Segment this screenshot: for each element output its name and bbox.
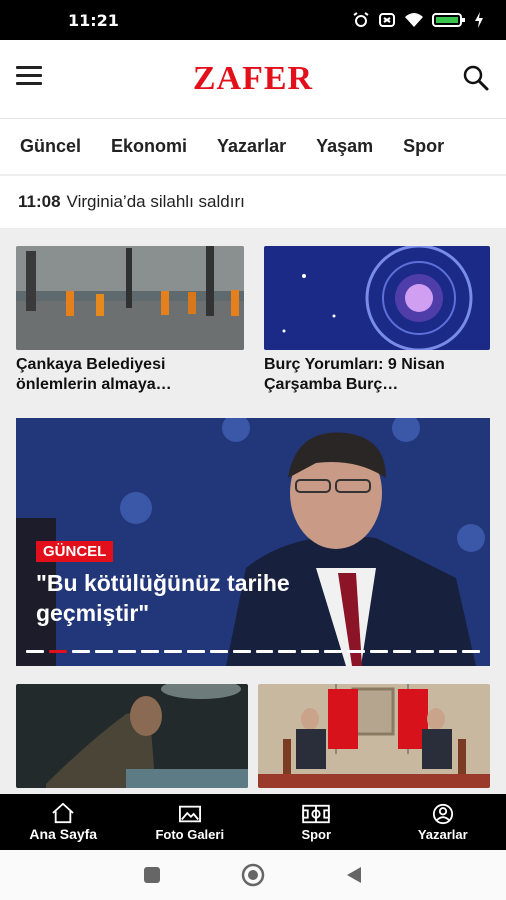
category-tabs: Güncel Ekonomi Yazarlar Yaşam Spor [0,118,506,174]
slider-dot[interactable] [163,650,182,653]
slider-dot[interactable] [94,650,113,653]
ticker-time: 11:08 [18,192,61,211]
slider-dot[interactable] [416,650,435,653]
news-image [16,246,244,350]
slider-dot[interactable] [71,650,90,653]
nav-foto-galeri[interactable]: Foto Galeri [127,794,254,850]
slider-dot[interactable] [209,650,228,653]
headline-slider[interactable]: GÜNCEL "Bu kötülüğünüz tarihe geçmiştir" [16,418,490,666]
charging-icon [475,12,483,28]
slider-indicator [26,650,481,653]
category-badge: GÜNCEL [36,541,114,562]
ticker-text: Virginia’da silahlı saldırı [66,192,245,211]
slider-dot[interactable] [393,650,412,653]
news-title: Burç Yorumları: 9 Nisan Çarşamba Burç… [264,356,445,393]
slider-dot[interactable] [117,650,136,653]
search-icon[interactable] [462,64,490,92]
battery-icon [432,13,465,27]
news-card[interactable]: Çankaya Belediyesi önlemlerin almaya… [16,246,244,395]
app-header: ZAFER [0,40,506,118]
recents-icon[interactable] [143,866,161,884]
news-title: Çankaya Belediyesi önlemlerin almaya… [16,356,172,393]
news-image [264,246,490,350]
tab-spor[interactable]: Spor [403,136,444,157]
tab-yazarlar[interactable]: Yazarlar [217,136,286,157]
system-nav-bar [0,850,506,900]
nav-spor[interactable]: Spor [253,794,380,850]
slider-dot[interactable] [140,650,159,653]
nav-label: Spor [301,826,332,842]
news-card[interactable] [258,684,490,788]
slider-dot[interactable] [48,650,67,653]
nav-label: Foto Galeri [155,826,225,842]
alarm-icon [353,12,369,27]
bottom-navigation: Ana Sayfa Foto Galeri Spor Yazarlar [0,794,506,850]
sim-icon [379,13,395,27]
slider-dot[interactable] [278,650,297,653]
news-image [258,684,490,788]
home-icon [52,802,74,824]
news-card[interactable]: Burç Yorumları: 9 Nisan Çarşamba Burç… [264,246,490,395]
nav-yazarlar[interactable]: Yazarlar [380,794,506,850]
slider-dot[interactable] [439,650,458,653]
news-card[interactable] [16,684,248,788]
headline-title: "Bu kötülüğünüz tarihe geçmiştir" [36,570,290,626]
slider-dot[interactable] [232,650,251,653]
author-icon [432,803,453,824]
photo-gallery-icon [178,805,201,822]
nav-label: Ana Sayfa [29,826,98,842]
status-time: 11:21 [68,11,119,30]
slider-dot[interactable] [255,650,274,653]
slider-dot[interactable] [462,650,481,653]
wifi-icon [405,13,423,27]
logo[interactable]: ZAFER [0,60,506,98]
slider-dot[interactable] [324,650,343,653]
tab-ekonomi[interactable]: Ekonomi [111,136,187,157]
nav-label: Yazarlar [417,826,468,842]
slider-dot[interactable] [347,650,366,653]
slider-dot[interactable] [301,650,320,653]
slider-dot[interactable] [26,650,44,653]
news-ticker[interactable]: 11:08 Virginia’da silahlı saldırı [0,176,506,228]
status-bar: 11:21 [0,0,506,40]
news-image [16,684,248,788]
slider-dot[interactable] [186,650,205,653]
sports-field-icon [302,804,330,823]
home-button-icon[interactable] [241,863,265,887]
tab-guncel[interactable]: Güncel [20,136,81,157]
nav-ana-sayfa[interactable]: Ana Sayfa [0,794,127,850]
slider-dot[interactable] [370,650,389,653]
tab-yasam[interactable]: Yaşam [316,136,373,157]
back-icon[interactable] [345,865,363,885]
status-icons [352,12,484,28]
